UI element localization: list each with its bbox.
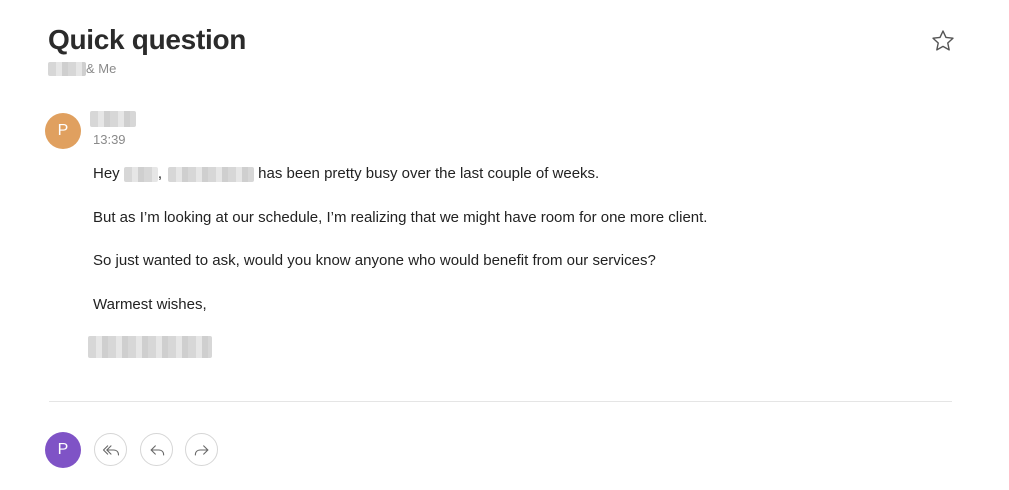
participants-suffix: & Me <box>86 61 117 76</box>
participants-line: & Me <box>48 61 116 76</box>
sign-off: Warmest wishes, <box>93 295 207 313</box>
body-paragraph: Hey , has been pretty busy over the last… <box>93 164 707 208</box>
divider <box>49 401 952 402</box>
body-paragraph: But as I’m looking at our schedule, I’m … <box>93 208 708 226</box>
sender-avatar-initial: P <box>57 122 69 139</box>
reply-icon <box>150 444 164 456</box>
email-subject: Quick question <box>48 24 247 55</box>
greeting-comma: , <box>157 165 163 182</box>
redacted-signature <box>88 336 212 358</box>
reply-all-button[interactable] <box>94 433 127 466</box>
body-paragraph: So just wanted to ask, would you know an… <box>93 252 656 269</box>
forward-button[interactable] <box>185 433 218 466</box>
reply-button[interactable] <box>140 433 173 466</box>
forward-icon <box>194 444 208 456</box>
my-avatar: P <box>45 432 81 468</box>
body-line-1: has been pretty busy over the last coupl… <box>254 165 600 182</box>
reply-all-icon <box>102 444 119 456</box>
redacted-sender-name <box>90 111 136 127</box>
redacted-participant-name <box>48 61 86 76</box>
greeting-text: Hey <box>93 165 124 182</box>
my-avatar-initial: P <box>57 441 69 458</box>
message-time: 13:39 <box>93 132 126 147</box>
message-body: Hey , has been pretty busy over the last… <box>93 164 707 338</box>
redacted-company-name <box>168 167 255 182</box>
star-outline-icon <box>932 30 954 51</box>
star-button[interactable] <box>930 28 956 54</box>
redacted-recipient-name <box>123 167 158 182</box>
sender-avatar: P <box>45 113 81 149</box>
